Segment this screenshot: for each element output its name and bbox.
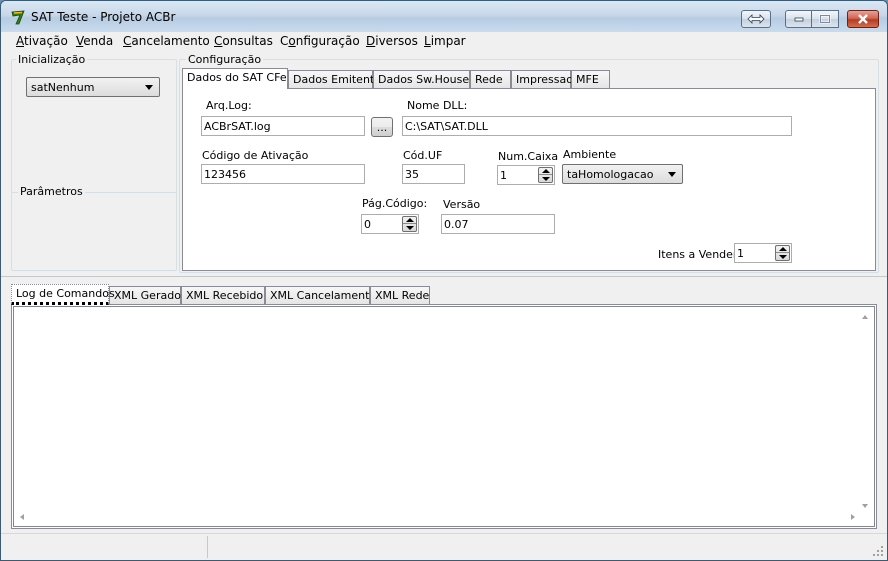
- menu-bar: Ativação Venda Cancelamento Consultas Co…: [1, 32, 887, 51]
- menu-diversos[interactable]: Diversos: [366, 34, 418, 48]
- tab-xml-cancelamento[interactable]: XML Cancelamento: [265, 286, 376, 304]
- menu-ativacao[interactable]: Ativação: [16, 34, 68, 48]
- menu-limpar[interactable]: Limpar: [424, 34, 466, 48]
- menu-consultas[interactable]: Consultas: [214, 34, 273, 48]
- cod-ativacao-label: Código de Ativação: [202, 149, 309, 162]
- menu-venda[interactable]: Venda: [76, 34, 113, 48]
- inicializacao-group: Inicialização satNenhum Parâmetros: [11, 53, 177, 271]
- pag-codigo-input[interactable]: 0: [361, 214, 419, 234]
- log-textarea[interactable]: [13, 306, 875, 527]
- scroll-down-icon[interactable]: [862, 504, 868, 508]
- window-title: SAT Teste - Projeto ACBr: [31, 10, 176, 24]
- title-bar[interactable]: SAT Teste - Projeto ACBr: [1, 1, 887, 32]
- chevron-down-icon: [668, 172, 676, 177]
- close-icon: [858, 14, 868, 24]
- tab-dados-swhouse[interactable]: Dados Sw.House: [373, 70, 470, 88]
- itens-label: Itens a Vender: [658, 248, 738, 261]
- close-button[interactable]: [847, 10, 879, 28]
- itens-input[interactable]: 1: [734, 243, 792, 263]
- tab-xml-gerado[interactable]: XML Gerado: [109, 286, 181, 304]
- scroll-up-icon[interactable]: [862, 315, 868, 319]
- num-caixa-spinner[interactable]: [538, 167, 553, 183]
- arq-log-label: Arq.Log:: [206, 99, 252, 112]
- arq-log-input[interactable]: ACBrSAT.log: [201, 116, 365, 136]
- cod-uf-label: Cód.UF: [403, 149, 443, 162]
- tab-xml-rede[interactable]: XML Rede: [370, 286, 430, 304]
- status-bar: [1, 533, 887, 560]
- nome-dll-input[interactable]: C:\SAT\SAT.DLL: [402, 116, 792, 136]
- minimize-button[interactable]: [785, 10, 812, 28]
- num-caixa-label: Num.Caixa: [498, 150, 559, 163]
- tab-rede[interactable]: Rede: [470, 70, 511, 88]
- menu-configuracao[interactable]: Configuração: [280, 34, 360, 48]
- versao-input[interactable]: 0.07: [441, 214, 555, 234]
- maximize-icon: [819, 14, 831, 24]
- pag-codigo-spinner[interactable]: [402, 216, 417, 232]
- app-window: SAT Teste - Projeto ACBr Ativação Venda: [0, 0, 888, 561]
- versao-label: Versão: [443, 198, 481, 211]
- cod-uf-input[interactable]: 35: [402, 164, 465, 184]
- ambiente-value: taHomologacao: [567, 168, 654, 181]
- tab-xml-recebido[interactable]: XML Recebido: [181, 286, 265, 304]
- vertical-scrollbar[interactable]: [857, 307, 874, 514]
- tab-dados-sat[interactable]: Dados do SAT CFe: [182, 68, 288, 89]
- switch-window-button[interactable]: [741, 10, 771, 28]
- nome-dll-label: Nome DLL:: [407, 99, 468, 112]
- pag-codigo-label: Pág.Código:: [362, 197, 428, 210]
- tab-impressao[interactable]: Impressao: [511, 70, 573, 88]
- ambiente-label: Ambiente: [563, 148, 617, 161]
- resize-grip-icon[interactable]: [872, 545, 884, 557]
- status-panel-1: [1, 536, 208, 558]
- ambiente-select[interactable]: taHomologacao: [562, 164, 683, 184]
- sat-model-value: satNenhum: [31, 81, 95, 94]
- status-panel-2: [208, 536, 868, 558]
- double-arrow-icon: [747, 14, 765, 24]
- num-caixa-input[interactable]: 1: [497, 165, 555, 185]
- horizontal-scrollbar[interactable]: [14, 509, 861, 526]
- maximize-button[interactable]: [812, 10, 839, 28]
- browse-log-button[interactable]: ...: [371, 117, 393, 137]
- tab-mfe[interactable]: MFE: [571, 70, 610, 88]
- tab-log-comandos[interactable]: Log de Comandos: [11, 284, 115, 305]
- scroll-left-icon[interactable]: [20, 514, 24, 520]
- parametros-label: Parâmetros: [18, 185, 85, 198]
- dados-sat-panel: Arq.Log: ACBrSAT.log ... Nome DLL: C:\SA…: [182, 88, 876, 271]
- menu-cancelamento[interactable]: Cancelamento: [123, 34, 210, 48]
- cod-ativacao-input[interactable]: 123456: [201, 164, 365, 184]
- configuracao-label: Configuração: [186, 53, 264, 66]
- scroll-right-icon[interactable]: [851, 514, 855, 520]
- chevron-down-icon: [145, 85, 153, 90]
- inicializacao-label: Inicialização: [16, 53, 88, 66]
- app-logo-icon: [11, 10, 25, 25]
- itens-spinner[interactable]: [775, 245, 790, 261]
- minimize-icon: [794, 17, 803, 22]
- sat-model-select[interactable]: satNenhum: [26, 77, 160, 97]
- splitter[interactable]: [1, 276, 887, 280]
- tab-dados-emitente[interactable]: Dados Emitente: [288, 70, 381, 88]
